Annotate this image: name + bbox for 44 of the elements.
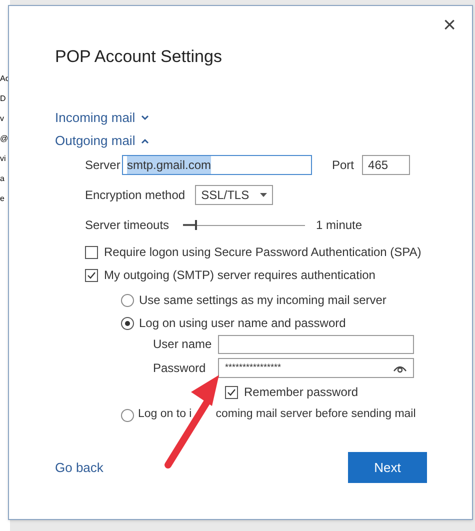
radio-label: Log on using user name and password [139, 315, 346, 332]
next-button[interactable]: Next [348, 452, 427, 483]
checkbox-label: My outgoing (SMTP) server requires authentication [104, 267, 376, 284]
password-field[interactable]: **************** [218, 358, 414, 378]
slider-thumb[interactable] [195, 220, 198, 230]
checkbox[interactable] [225, 386, 238, 398]
encryption-label: Encryption method [85, 187, 186, 204]
username-field[interactable] [218, 334, 414, 354]
go-back-link[interactable]: Go back [55, 458, 104, 478]
selected-text: smtp.gmail.com [127, 156, 212, 174]
checkbox-label: Require logon using Secure Password Authentication (SPA) [104, 244, 422, 261]
radio-label: Use same settings as my incoming mail server [139, 292, 386, 309]
dialog-title: POP Account Settings [55, 47, 223, 67]
background-text: v [0, 114, 5, 124]
background-text: e [0, 194, 6, 204]
password-label: Password [153, 360, 207, 377]
section-toggle[interactable]: Outgoing mail [55, 131, 150, 151]
username-label: User name [153, 336, 213, 353]
section-toggle[interactable]: Incoming mail [55, 108, 150, 128]
checkbox[interactable] [85, 268, 98, 282]
radio-button[interactable] [121, 408, 134, 422]
background-text: D [0, 94, 7, 104]
background-text: @ [0, 134, 10, 144]
radio-button[interactable] [121, 316, 134, 330]
timeout-label: Server timeouts [85, 217, 170, 234]
server-label: Server [85, 157, 122, 174]
background-text: a [0, 174, 6, 184]
encryption-dropdown[interactable]: SSL/TLS [195, 185, 274, 205]
radio-button[interactable] [121, 294, 134, 306]
checkbox[interactable] [85, 246, 98, 258]
close-button[interactable]: × [443, 14, 456, 36]
radio-label: Log on to i [138, 407, 192, 422]
dropdown-arrow-icon [260, 193, 268, 197]
port-label: Port [332, 157, 354, 174]
password-value: **************** [225, 361, 282, 374]
eye-icon [393, 364, 407, 372]
chevron-up-icon [141, 138, 150, 144]
chevron-down-icon [141, 115, 150, 121]
port-field[interactable]: 465 [362, 155, 410, 175]
background-text: vi [0, 154, 7, 164]
radio-label: coming mail server before sending mail [216, 407, 416, 422]
checkbox-label: Remember password [244, 384, 358, 401]
server-field[interactable]: smtp.gmail.com [122, 155, 312, 175]
timeout-reading: 1 minute [316, 217, 362, 234]
